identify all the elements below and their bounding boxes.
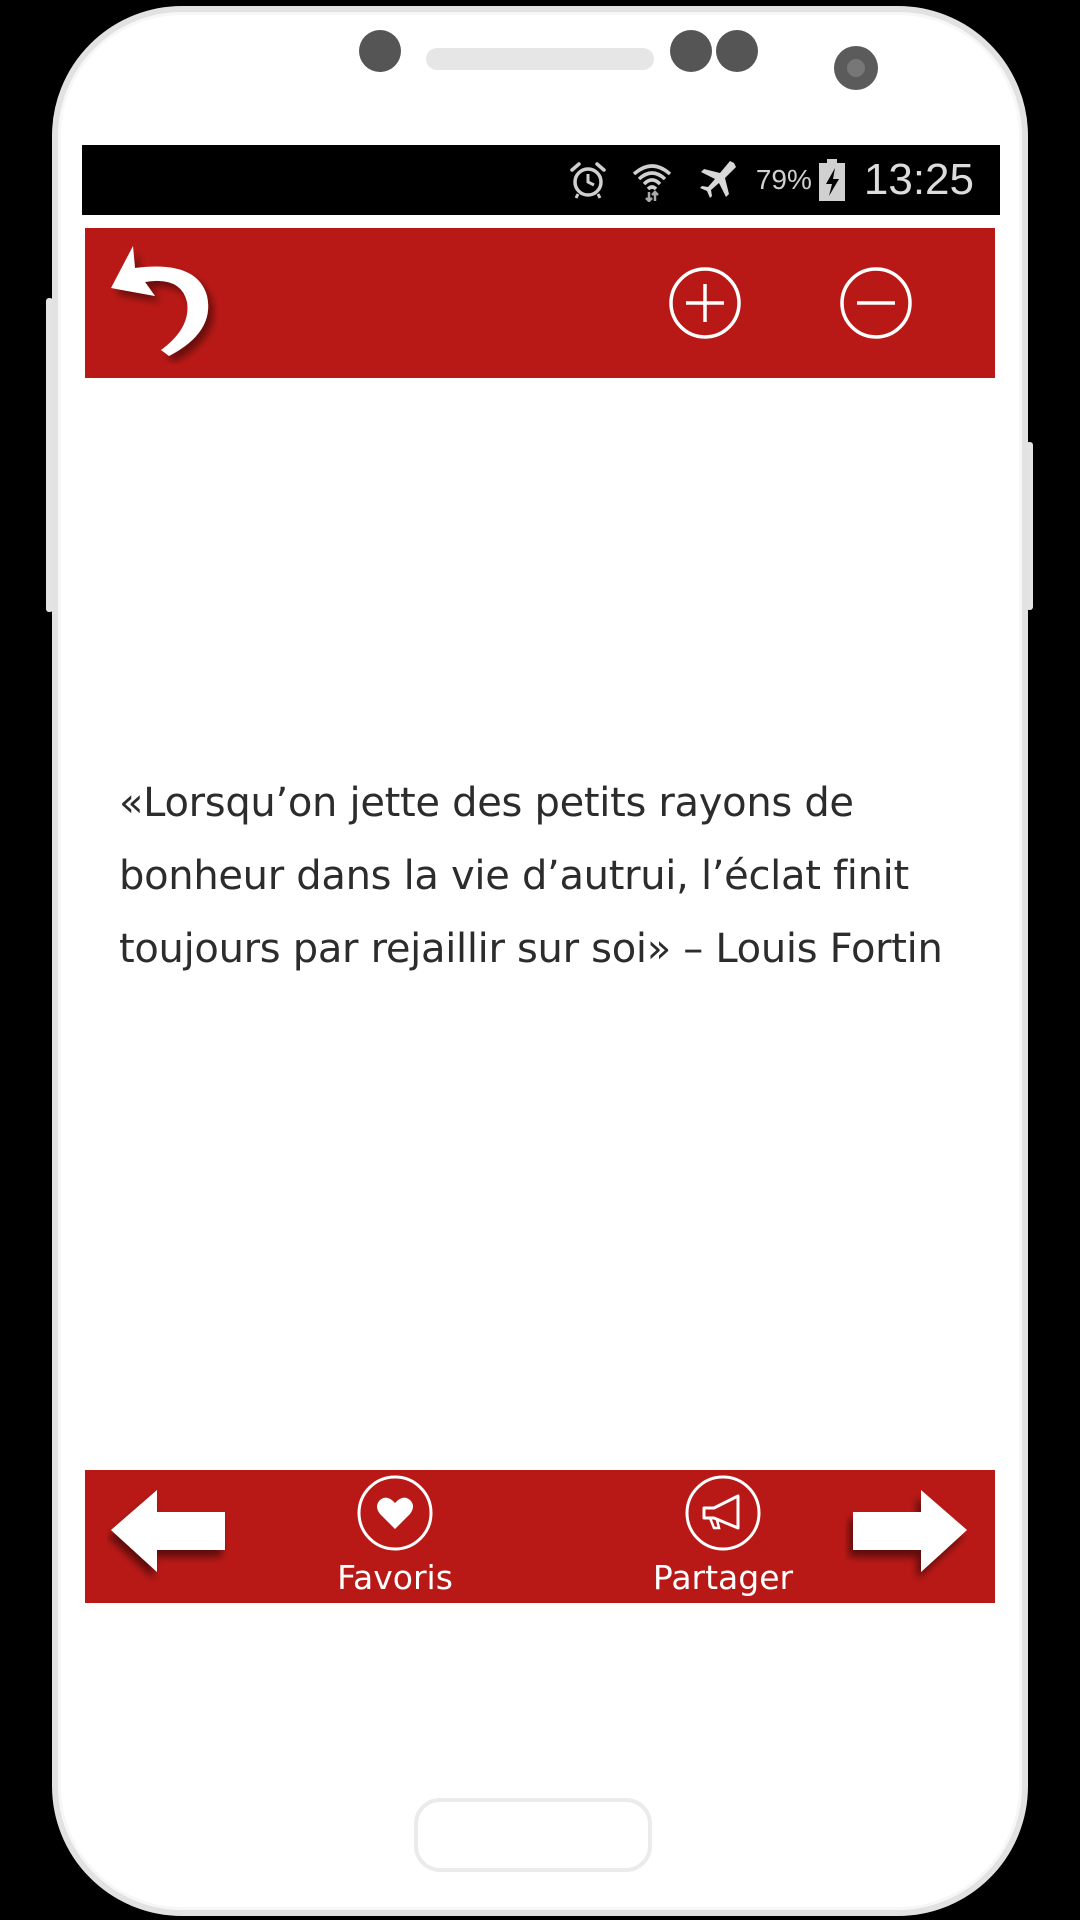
- zoom-in-icon: [669, 267, 741, 339]
- wifi-icon: [630, 158, 674, 202]
- previous-arrow-icon: [111, 1490, 225, 1572]
- share-label: Partager: [652, 1558, 794, 1597]
- previous-button[interactable]: [107, 1488, 233, 1582]
- bottom-toolbar: Favoris Partager: [85, 1470, 995, 1603]
- share-button[interactable]: Partager: [635, 1474, 811, 1602]
- alarm-icon: [568, 160, 608, 200]
- battery-percent: 79%: [755, 164, 812, 195]
- heart-icon: [357, 1475, 433, 1551]
- sensor-dot: [716, 30, 758, 72]
- clock: 13:25: [863, 155, 974, 204]
- status-bar: 79% 13:25: [82, 145, 1000, 215]
- home-button[interactable]: [414, 1798, 652, 1872]
- back-arrow-icon: [111, 246, 209, 356]
- zoom-out-icon: [840, 267, 912, 339]
- zoom-out-button[interactable]: [839, 266, 913, 340]
- battery-charging-icon: [818, 158, 846, 202]
- sensor-dot: [670, 30, 712, 72]
- favorites-label: Favoris: [337, 1558, 453, 1597]
- megaphone-icon: [685, 1475, 761, 1551]
- sensor-dot: [359, 30, 401, 72]
- earpiece-speaker: [426, 48, 654, 70]
- quote-text: «Lorsqu’on jette des petits rayons de bo…: [119, 780, 943, 972]
- top-toolbar: [85, 228, 995, 378]
- next-button[interactable]: [845, 1488, 971, 1582]
- zoom-in-button[interactable]: [668, 266, 742, 340]
- app-screen: 79% 13:25 «Lorsqu’on jette des petits ra…: [82, 145, 1000, 1645]
- next-arrow-icon: [853, 1490, 967, 1572]
- back-button[interactable]: [107, 240, 225, 364]
- airplane-icon: [696, 159, 738, 201]
- front-camera: [834, 46, 878, 90]
- favorites-button[interactable]: Favoris: [315, 1474, 475, 1602]
